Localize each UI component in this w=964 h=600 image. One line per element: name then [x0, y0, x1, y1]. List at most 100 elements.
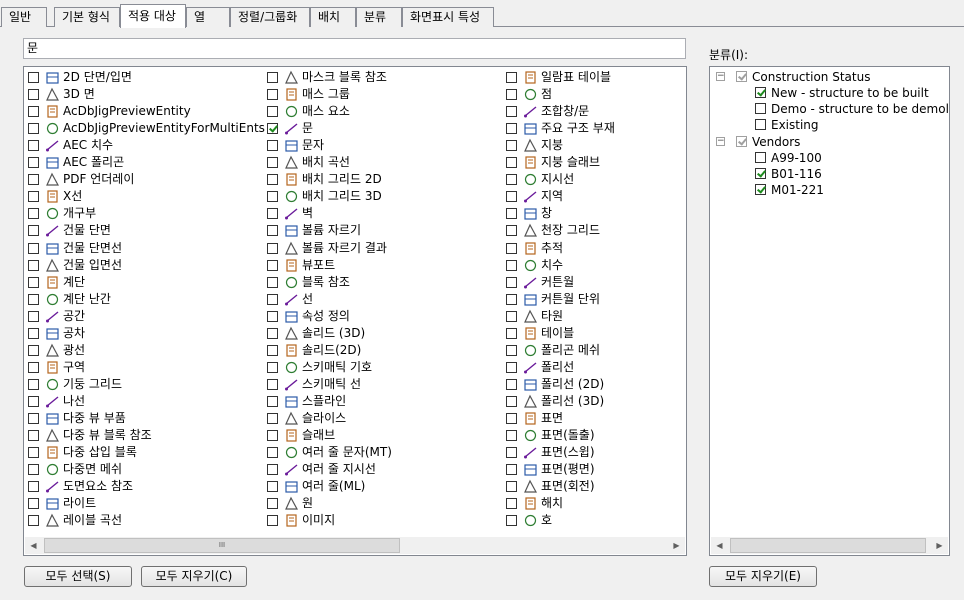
tab-display-properties[interactable]: 화면표시 특성 — [402, 7, 494, 27]
object-type-checkbox[interactable] — [28, 293, 39, 305]
object-type-checkbox[interactable] — [267, 310, 278, 322]
object-type-checkbox[interactable] — [506, 310, 517, 322]
scroll-thumb[interactable]: III — [44, 538, 400, 553]
object-type-checkbox[interactable] — [506, 481, 517, 493]
category-checkbox[interactable] — [755, 87, 766, 98]
category-checkbox[interactable] — [755, 152, 766, 163]
object-type-checkbox[interactable] — [267, 395, 278, 407]
object-type-checkbox[interactable] — [28, 395, 39, 407]
object-type-checkbox[interactable] — [267, 413, 278, 424]
object-type-checkbox[interactable] — [506, 447, 517, 459]
object-type-checkbox[interactable] — [506, 293, 517, 305]
object-type-checkbox[interactable] — [506, 89, 517, 101]
object-type-checkbox[interactable] — [267, 515, 278, 527]
object-type-checkbox[interactable] — [267, 72, 278, 83]
object-type-checkbox[interactable] — [28, 140, 39, 152]
tab-base-format[interactable]: 기본 형식 — [54, 7, 120, 27]
object-type-checkbox[interactable] — [506, 157, 517, 169]
object-type-checkbox[interactable] — [267, 140, 278, 152]
scroll-right-icon[interactable]: ▶ — [668, 537, 685, 554]
object-type-checkbox[interactable] — [28, 481, 39, 493]
object-type-checkbox[interactable] — [506, 413, 517, 424]
object-type-checkbox[interactable] — [28, 106, 39, 118]
category-checkbox[interactable] — [755, 119, 766, 130]
object-type-checkbox[interactable] — [506, 242, 517, 254]
object-type-checkbox[interactable] — [28, 225, 39, 237]
category-tree[interactable]: − Construction Status New - structure to b… — [709, 66, 950, 556]
object-type-checkbox[interactable] — [506, 395, 517, 407]
object-type-checkbox[interactable] — [267, 361, 278, 373]
object-type-checkbox[interactable] — [506, 464, 517, 476]
object-type-checkbox[interactable] — [28, 430, 39, 442]
clear-categories-button[interactable]: 모두 지우기(E) — [709, 566, 817, 587]
tab-columns[interactable]: 열 — [186, 7, 230, 27]
object-type-checkbox[interactable] — [28, 276, 39, 288]
object-type-checkbox[interactable] — [267, 259, 278, 271]
tab-sorting-grouping[interactable]: 정렬/그룹화 — [230, 7, 310, 27]
object-type-checkbox[interactable] — [506, 259, 517, 271]
object-type-checkbox[interactable] — [267, 123, 278, 135]
object-type-checkbox[interactable] — [267, 327, 278, 339]
object-type-checkbox[interactable] — [267, 157, 278, 169]
object-type-checkbox[interactable] — [267, 498, 278, 510]
object-type-checkbox[interactable] — [267, 464, 278, 476]
object-type-checkbox[interactable] — [506, 225, 517, 237]
category-group-checkbox[interactable] — [736, 136, 747, 147]
object-type-checkbox[interactable] — [28, 327, 39, 339]
object-type-checkbox[interactable] — [267, 208, 278, 220]
object-type-checkbox[interactable] — [28, 89, 39, 101]
horizontal-scrollbar[interactable]: ◀ III ▶ — [25, 537, 685, 554]
object-type-checkbox[interactable] — [506, 208, 517, 220]
object-type-checkbox[interactable] — [267, 106, 278, 118]
object-type-checkbox[interactable] — [28, 208, 39, 220]
category-checkbox[interactable] — [755, 168, 766, 179]
object-type-checkbox[interactable] — [28, 174, 39, 186]
object-type-checkbox[interactable] — [267, 481, 278, 493]
object-type-checkbox[interactable] — [506, 327, 517, 339]
object-type-checkbox[interactable] — [506, 361, 517, 373]
tree-scroll-thumb[interactable] — [730, 538, 926, 553]
object-type-checkbox[interactable] — [28, 242, 39, 254]
object-type-checkbox[interactable] — [28, 361, 39, 373]
object-type-checkbox[interactable] — [28, 123, 39, 135]
category-group-checkbox[interactable] — [736, 71, 747, 82]
object-type-checkbox[interactable] — [267, 430, 278, 442]
scroll-left-icon[interactable]: ◀ — [25, 537, 42, 554]
object-type-checkbox[interactable] — [506, 72, 517, 83]
tree-collapse-icon[interactable]: − — [716, 72, 725, 81]
object-type-checkbox[interactable] — [267, 447, 278, 459]
object-type-list[interactable]: 2D 단면/입면 3D 면 AcDbJigPreviewEntity AcDbJigP… — [23, 66, 687, 556]
object-type-checkbox[interactable] — [506, 498, 517, 510]
tab-classification[interactable]: 분류 — [356, 7, 402, 27]
object-type-checkbox[interactable] — [267, 276, 278, 288]
object-type-checkbox[interactable] — [28, 72, 39, 83]
object-type-checkbox[interactable] — [267, 242, 278, 254]
object-type-checkbox[interactable] — [506, 174, 517, 186]
object-type-checkbox[interactable] — [28, 157, 39, 169]
object-type-checkbox[interactable] — [506, 430, 517, 442]
tree-scroll-left-icon[interactable]: ◀ — [711, 537, 728, 554]
category-checkbox[interactable] — [755, 103, 766, 114]
object-type-checkbox[interactable] — [28, 259, 39, 271]
tree-collapse-icon[interactable]: − — [716, 137, 725, 146]
object-type-checkbox[interactable] — [28, 447, 39, 459]
object-type-checkbox[interactable] — [506, 106, 517, 118]
object-type-checkbox[interactable] — [28, 310, 39, 322]
object-type-checkbox[interactable] — [506, 276, 517, 288]
object-type-checkbox[interactable] — [267, 174, 278, 186]
clear-all-button[interactable]: 모두 지우기(C) — [141, 566, 247, 587]
object-type-checkbox[interactable] — [506, 140, 517, 152]
tab-layout[interactable]: 배치 — [310, 7, 356, 27]
object-type-checkbox[interactable] — [28, 413, 39, 424]
object-type-checkbox[interactable] — [267, 225, 278, 237]
object-type-checkbox[interactable] — [28, 378, 39, 390]
object-type-checkbox[interactable] — [28, 191, 39, 203]
category-checkbox[interactable] — [755, 184, 766, 195]
object-type-checkbox[interactable] — [506, 344, 517, 356]
tree-horizontal-scrollbar[interactable]: ◀ ▶ — [711, 537, 948, 554]
object-type-checkbox[interactable] — [267, 378, 278, 390]
search-input[interactable]: 문 — [23, 38, 686, 59]
tab-applies-to[interactable]: 적용 대상 — [120, 4, 186, 28]
object-type-checkbox[interactable] — [506, 515, 517, 527]
object-type-checkbox[interactable] — [267, 293, 278, 305]
